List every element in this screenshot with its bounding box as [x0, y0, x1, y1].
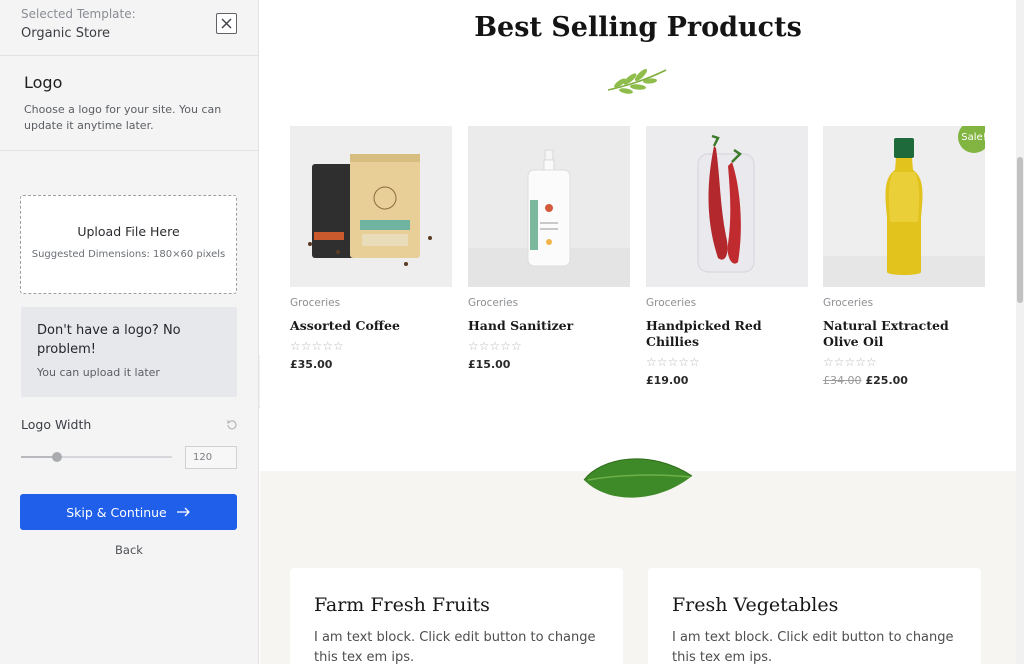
no-logo-notice: Don't have a logo? No problem! You can u…: [21, 307, 237, 397]
divider: [0, 55, 258, 56]
info-card: Fresh Vegetables I am text block. Click …: [648, 568, 981, 664]
upload-logo-dropzone[interactable]: Upload File Here Suggested Dimensions: 1…: [20, 195, 237, 294]
template-sidebar: Selected Template: Organic Store Logo Ch…: [0, 0, 259, 664]
product-card[interactable]: Groceries Assorted Coffee ☆☆☆☆☆ £35.00: [290, 126, 452, 371]
selected-template: Selected Template: Organic Store: [21, 7, 136, 41]
close-icon: [221, 18, 232, 29]
product-price: £15.00: [468, 358, 630, 371]
product-price-value: £35.00: [290, 358, 333, 371]
product-card[interactable]: Groceries Hand Sanitizer ☆☆☆☆☆ £15.00: [468, 126, 630, 371]
scrollbar-thumb[interactable]: [1017, 157, 1023, 303]
star-rating: ☆☆☆☆☆: [468, 339, 522, 353]
product-price-value: £19.00: [646, 374, 689, 387]
scrollbar[interactable]: [1016, 0, 1024, 664]
product-card[interactable]: Groceries Handpicked Red Chillies ☆☆☆☆☆ …: [646, 126, 808, 387]
info-card-text: I am text block. Click edit button to ch…: [672, 630, 954, 664]
product-category: Groceries: [468, 297, 519, 309]
upload-title: Upload File Here: [77, 224, 180, 239]
logo-width-slider[interactable]: [21, 452, 172, 462]
product-name[interactable]: Handpicked Red Chillies: [646, 318, 808, 350]
arrow-right-icon: [176, 507, 190, 517]
product-price: £35.00: [290, 358, 452, 371]
product-image-chillies[interactable]: [646, 126, 808, 287]
product-card[interactable]: Sale! Groceries Natural Extracted Olive …: [823, 126, 985, 387]
reset-icon[interactable]: [226, 419, 238, 431]
slider-thumb[interactable]: [52, 452, 63, 462]
star-rating: ☆☆☆☆☆: [290, 339, 344, 353]
upload-hint: Suggested Dimensions: 180×60 pixels: [31, 249, 226, 260]
back-link[interactable]: Back: [0, 543, 258, 557]
product-image-olive-oil[interactable]: Sale!: [823, 126, 985, 287]
site-preview: Best Selling Products Groceries Assorted…: [260, 0, 1016, 664]
selected-template-label: Selected Template:: [21, 7, 136, 21]
close-button[interactable]: [216, 13, 237, 34]
info-card-text: I am text block. Click edit button to ch…: [314, 630, 596, 664]
product-category: Groceries: [823, 297, 874, 309]
logo-width-label: Logo Width: [21, 417, 92, 432]
info-card-title: Farm Fresh Fruits: [314, 594, 490, 616]
logo-width-input[interactable]: 120: [185, 446, 237, 469]
product-name[interactable]: Assorted Coffee: [290, 318, 452, 334]
product-image-sanitizer[interactable]: [468, 126, 630, 287]
info-card: Farm Fresh Fruits I am text block. Click…: [290, 568, 623, 664]
product-price-value: £25.00: [865, 374, 908, 387]
product-old-price: £34.00: [823, 374, 862, 387]
basil-leaf-icon: [583, 458, 693, 498]
selected-template-value: Organic Store: [21, 26, 111, 41]
skip-continue-label: Skip & Continue: [66, 504, 167, 520]
section-title: Best Selling Products: [474, 12, 802, 43]
star-rating: ☆☆☆☆☆: [823, 355, 877, 369]
logo-description: Choose a logo for your site. You can upd…: [24, 103, 222, 132]
product-price: £34.00 £25.00: [823, 374, 985, 387]
star-rating: ☆☆☆☆☆: [646, 355, 700, 369]
product-price-value: £15.00: [468, 358, 511, 371]
logo-heading: Logo: [24, 73, 63, 92]
product-name[interactable]: Hand Sanitizer: [468, 318, 630, 334]
info-card-title: Fresh Vegetables: [672, 594, 839, 616]
no-logo-title: Don't have a logo? No problem!: [37, 323, 181, 357]
product-name[interactable]: Natural Extracted Olive Oil: [823, 318, 985, 350]
product-category: Groceries: [646, 297, 697, 309]
divider: [0, 150, 258, 151]
leaf-sprig-icon: [607, 69, 667, 94]
product-image-coffee[interactable]: [290, 126, 452, 287]
product-category: Groceries: [290, 297, 341, 309]
no-logo-subtext: You can upload it later: [37, 366, 160, 379]
product-price: £19.00: [646, 374, 808, 387]
skip-continue-button[interactable]: Skip & Continue: [20, 494, 237, 530]
